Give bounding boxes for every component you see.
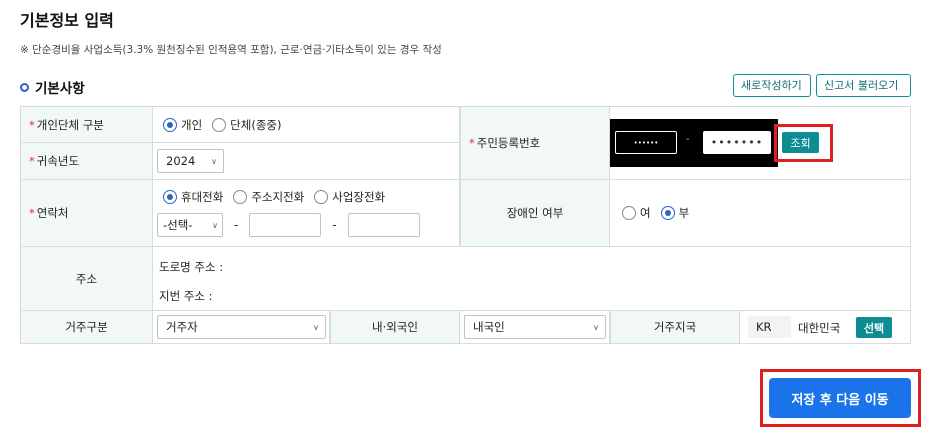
required-mark: * [29,154,35,168]
country-select-button[interactable]: 선택 [856,317,892,338]
lot-address-label: 지번 주소 : [159,289,213,303]
ssn-label: * 주민등록번호 [460,107,610,180]
year-label: * 귀속년도 [20,143,153,180]
radio-disabled-no[interactable]: 부 [660,205,689,221]
phone-number-inputs: -선택- ∨ - - [157,213,420,237]
person-type-options: 개인 단체(종중) [153,107,460,143]
radio-person[interactable]: 개인 [163,117,202,133]
ssn-back-input[interactable]: ••••••• [703,131,771,154]
radio-selected-icon [660,206,675,220]
phone-last-input[interactable] [347,213,420,237]
address-cell [153,247,911,311]
contact-type-options: 휴대전화 주소지전화 사업장전화 [157,189,395,205]
required-mark: * [29,206,35,220]
radio-disabled-yes[interactable]: 여 [622,205,651,221]
residence-type-label: 거주구분 [20,311,153,344]
residence-country-label: 거주지국 [610,311,740,344]
radio-mobile[interactable]: 휴대전화 [163,189,223,205]
ssn-front-input[interactable]: •••••• [615,131,677,154]
phone-prefix-select[interactable]: -선택- ∨ [157,213,223,237]
circle-bullet-icon [20,82,29,92]
country-code-box: KR [748,316,791,338]
address-label: 주소 [20,247,153,311]
nationality-label: 내·외국인 [330,311,460,344]
radio-unselected-icon [622,206,636,220]
section-title: 기본사항 [35,81,85,97]
road-address-label: 도로명 주소 : [159,260,224,274]
radio-home-phone[interactable]: 주소지전화 [233,189,304,205]
required-mark: * [469,136,475,150]
chevron-down-icon: ∨ [212,220,218,230]
residence-type-select[interactable]: 거주자 ∨ [157,315,326,339]
radio-selected-icon [163,190,177,204]
chevron-down-icon: ∨ [313,322,319,332]
nationality-select[interactable]: 내국인 ∨ [464,315,606,339]
load-return-button[interactable]: 신고서 불러오기 [816,74,911,97]
radio-unselected-icon [212,117,227,132]
year-select[interactable]: 2024 ∨ [157,149,224,173]
radio-unselected-icon [233,190,248,204]
radio-selected-icon [163,117,177,132]
ssn-separator: - [686,134,690,145]
radio-business-phone[interactable]: 사업장전화 [314,189,385,205]
section-header: 기본사항 [20,77,85,97]
residence-type-cell: 거주자 ∨ [153,311,330,344]
radio-unselected-icon [314,190,329,204]
highlight-box [760,369,921,427]
notice-text: ※ 단순경비율 사업소득(3.3% 원천징수된 인적용역 포함), 근로·연금·… [20,44,442,56]
chevron-down-icon: ∨ [211,156,217,166]
new-form-button[interactable]: 새로작성하기 [733,74,811,97]
nationality-cell: 내국인 ∨ [460,311,610,344]
phone-dash: - [234,218,239,232]
highlight-box [774,124,833,162]
phone-dash: - [332,218,337,232]
country-name: 대한민국 [798,321,841,335]
person-type-label: * 개인단체 구분 [20,107,153,143]
disability-options: 여 부 [610,180,911,247]
contact-label: * 연락처 [20,180,153,247]
radio-organization[interactable]: 단체(종중) [212,117,281,133]
contact-cell: 휴대전화 주소지전화 사업장전화 -선택- ∨ - - [153,180,460,247]
year-cell: 2024 ∨ [153,143,460,180]
required-mark: * [29,117,35,132]
phone-middle-input[interactable] [249,213,322,237]
chevron-down-icon: ∨ [593,322,599,332]
page-title: 기본정보 입력 [20,11,114,30]
disability-label: 장애인 여부 [460,180,610,247]
